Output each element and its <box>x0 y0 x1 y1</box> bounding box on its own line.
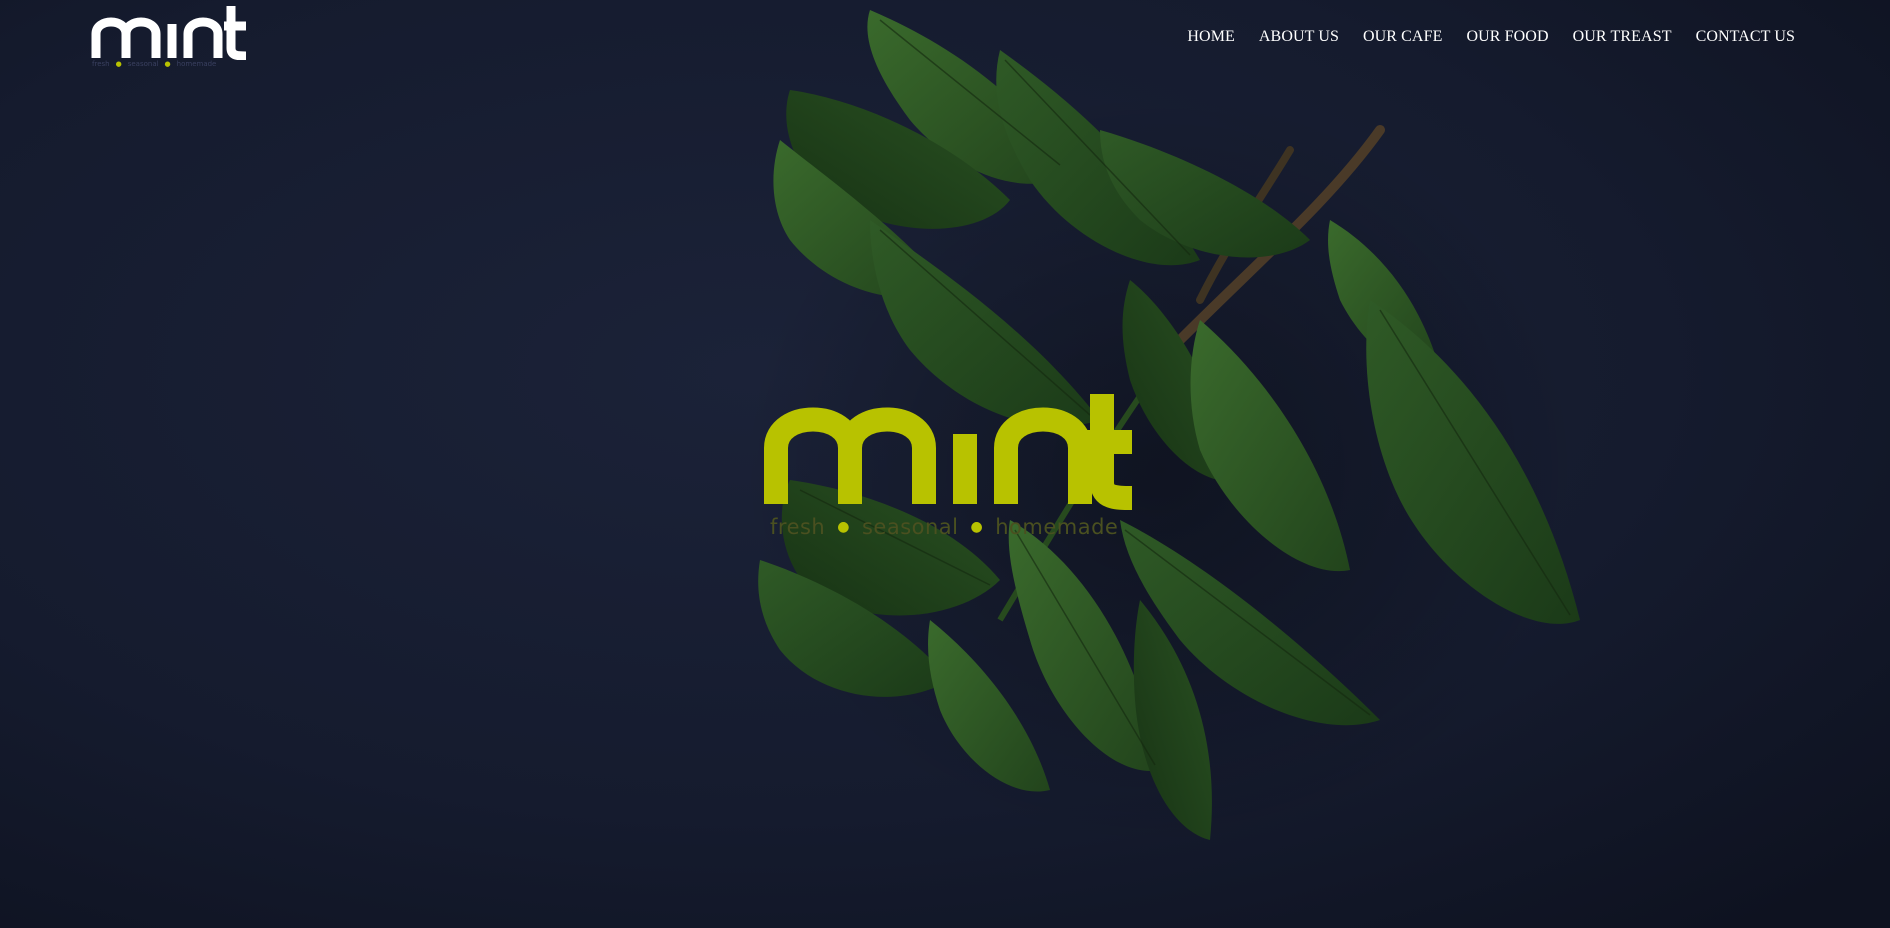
nav-item-our-food[interactable]: OUR FOOD <box>1466 28 1548 46</box>
hero-tagline-word: fresh <box>770 515 826 539</box>
hero-tagline-word: seasonal <box>861 515 959 539</box>
header-tagline: fresh ● seasonal ● homemade <box>92 60 216 68</box>
home-page: fresh ● seasonal ● homemade HOME ABOUT U… <box>0 0 1890 928</box>
site-header: fresh ● seasonal ● homemade HOME ABOUT U… <box>0 0 1890 80</box>
nav-item-contact-us[interactable]: CONTACT US <box>1696 28 1795 46</box>
header-tagline-word: fresh <box>92 60 110 68</box>
nav-item-about-us[interactable]: ABOUT US <box>1259 28 1339 46</box>
tagline-dot-icon: ● <box>837 519 850 535</box>
main-nav: HOME ABOUT US OUR CAFE OUR FOOD OUR TREA… <box>1163 28 1795 46</box>
nav-item-our-treast[interactable]: OUR TREAST <box>1573 28 1672 46</box>
mint-logo-icon <box>91 6 247 61</box>
mint-logo-large-icon <box>764 394 1133 510</box>
tagline-dot-icon: ● <box>164 60 171 68</box>
header-tagline-word: homemade <box>176 60 217 68</box>
hero-tagline-word: homemade <box>995 515 1119 539</box>
tagline-dot-icon: ● <box>115 60 122 68</box>
nav-item-our-cafe[interactable]: OUR CAFE <box>1363 28 1442 46</box>
nav-item-home[interactable]: HOME <box>1187 28 1235 46</box>
hero-tagline: fresh ● seasonal ● homemade <box>770 512 1118 542</box>
header-tagline-word: seasonal <box>127 60 159 68</box>
tagline-dot-icon: ● <box>970 519 984 535</box>
